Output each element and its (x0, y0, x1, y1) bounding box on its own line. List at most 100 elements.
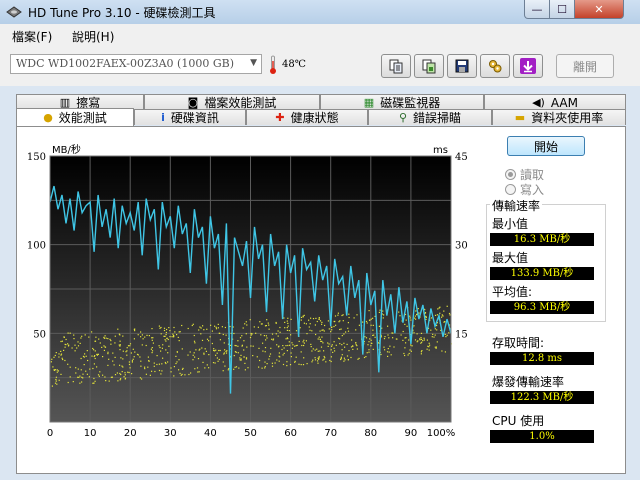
access-time-point (128, 371, 130, 374)
access-time-point (109, 338, 111, 340)
access-time-point (265, 325, 267, 327)
access-time-point (243, 349, 245, 351)
x-tick-label: 50 (244, 428, 257, 439)
access-time-point (391, 332, 393, 334)
access-time-point (436, 341, 438, 343)
x-tick-label: 100% (427, 428, 456, 439)
access-time-point (205, 350, 207, 352)
access-time-point (60, 373, 62, 375)
access-time-point (337, 314, 339, 316)
access-time-point (163, 329, 166, 332)
access-time-point (327, 320, 329, 322)
access-time-point (316, 320, 318, 323)
access-time-point (129, 343, 132, 345)
access-time-point (271, 365, 274, 367)
access-time-point (322, 329, 324, 331)
access-time-point (287, 322, 289, 324)
access-time-point (317, 360, 319, 362)
access-time-point (97, 353, 99, 355)
access-time-point (88, 336, 90, 338)
access-time-point (159, 327, 161, 329)
access-time-point (388, 337, 390, 339)
access-time-point (110, 376, 112, 378)
access-time-point (430, 329, 432, 331)
access-time-point (279, 326, 281, 329)
access-time-point (432, 333, 434, 335)
access-time-point (449, 314, 451, 316)
access-time-point (61, 357, 63, 359)
radio-read[interactable] (505, 169, 516, 180)
access-time-point (131, 360, 133, 362)
access-time-point (178, 369, 180, 371)
access-time-point (358, 357, 360, 359)
access-time-point (328, 343, 330, 345)
access-time-point (335, 324, 337, 326)
access-time-point (270, 347, 272, 349)
access-time-point (80, 337, 82, 339)
access-time-point (249, 319, 251, 321)
access-time-point (420, 351, 422, 353)
access-time-point (133, 338, 135, 340)
mode-write-option[interactable]: 寫入 (505, 181, 544, 198)
access-time-point (410, 319, 412, 321)
access-time-point (67, 345, 70, 347)
access-time-point (402, 339, 404, 341)
access-time-point (124, 374, 126, 376)
access-time-point (294, 345, 296, 347)
access-time-point (151, 350, 154, 352)
access-time-point (86, 373, 88, 375)
access-time-point (112, 352, 114, 354)
access-time-point (441, 350, 443, 352)
access-time-point (333, 341, 335, 343)
access-time-point (292, 344, 294, 346)
access-time-point (355, 342, 357, 344)
access-time-point (56, 371, 58, 373)
access-time-point (144, 366, 146, 368)
access-time-point (345, 331, 347, 333)
access-time-point (84, 353, 86, 355)
access-time-point (171, 336, 173, 338)
access-time-point (114, 374, 117, 376)
access-time-point (268, 358, 270, 360)
access-time-point (271, 362, 273, 364)
access-time-point (321, 323, 323, 325)
access-time-point (392, 337, 394, 339)
access-time-point (95, 336, 97, 338)
access-time-point (208, 340, 210, 342)
access-time-point (188, 373, 190, 376)
access-time-point (200, 327, 202, 329)
access-time-point (82, 373, 84, 375)
access-time-point (67, 343, 69, 345)
access-time-point (92, 382, 94, 384)
access-time-point (127, 345, 130, 347)
access-time-point (407, 354, 409, 356)
access-time-point (81, 381, 83, 383)
access-time-point (144, 368, 146, 370)
access-time-point (330, 331, 332, 333)
access-time-point (152, 342, 154, 344)
access-time-point (121, 365, 123, 367)
access-time-point (78, 376, 80, 378)
access-time-point (202, 361, 204, 363)
access-time-point (408, 339, 410, 341)
access-time-point (104, 346, 107, 348)
access-time-point (222, 361, 224, 363)
access-time-point (372, 317, 374, 319)
access-time-point (268, 324, 270, 326)
access-time-point (346, 355, 349, 357)
access-time-point (328, 328, 330, 330)
radio-write[interactable] (505, 184, 516, 195)
access-time-point (403, 352, 405, 355)
access-time-point (266, 363, 268, 365)
access-time-point (54, 354, 56, 357)
start-button[interactable]: 開始 (507, 136, 585, 156)
access-time-point (120, 357, 122, 359)
access-time-point (119, 379, 121, 381)
access-time-point (206, 364, 208, 366)
access-time-point (142, 338, 144, 340)
access-time-point (250, 345, 252, 347)
access-time-point (114, 335, 116, 337)
access-time-point (372, 348, 374, 350)
access-time-point (107, 351, 109, 353)
access-time-point (54, 382, 57, 384)
